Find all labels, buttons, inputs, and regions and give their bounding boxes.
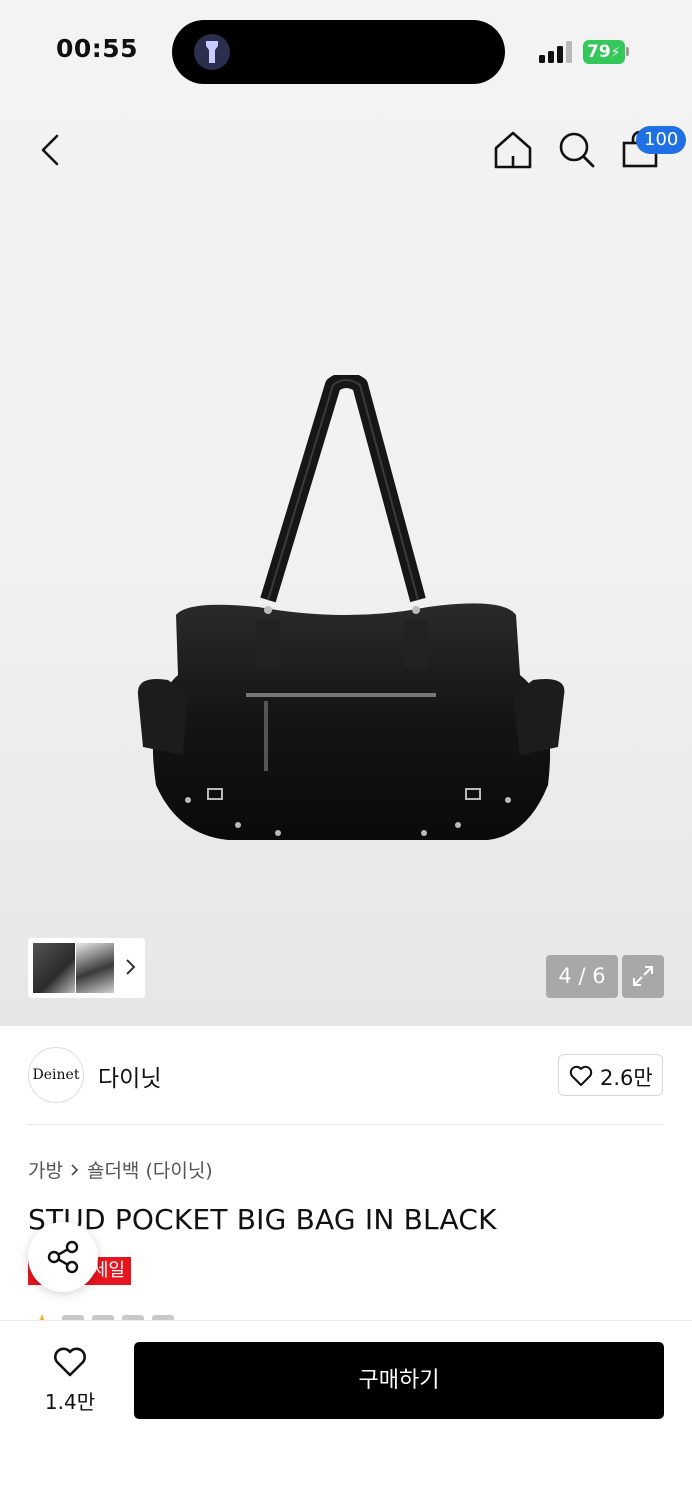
back-button[interactable]: [30, 128, 70, 172]
image-counter: 4 / 6: [546, 955, 618, 998]
flashlight-icon: [194, 34, 230, 70]
status-time: 00:55: [56, 34, 139, 63]
brand-name[interactable]: 다이닛: [98, 1059, 161, 1093]
cellular-signal-icon: [539, 41, 572, 63]
breadcrumb: 가방 숄더백 (다이닛): [28, 1156, 213, 1183]
brand-like-button[interactable]: 2.6만: [558, 1054, 663, 1096]
home-button[interactable]: [492, 128, 534, 172]
wishlist-button[interactable]: 1.4만: [28, 1342, 112, 1418]
breadcrumb-category[interactable]: 가방: [28, 1156, 63, 1183]
brand-like-count: 2.6만: [600, 1066, 653, 1090]
wishlist-count: 1.4만: [44, 1390, 96, 1414]
heart-icon: [569, 1065, 593, 1086]
breadcrumb-subcategory[interactable]: 숄더백 (다이닛): [87, 1156, 213, 1183]
battery-tip: [626, 47, 629, 56]
battery-level: 79: [587, 42, 611, 62]
chevron-right-icon: [71, 1163, 79, 1176]
buy-button[interactable]: 구매하기: [134, 1342, 664, 1419]
divider: [28, 1124, 664, 1125]
thumbnail-image[interactable]: [33, 943, 75, 993]
share-icon: [47, 1240, 79, 1274]
chevron-right-icon: [126, 959, 136, 975]
dynamic-island: [172, 20, 505, 84]
charging-bolt-icon: ⚡: [610, 45, 621, 61]
home-icon: [494, 131, 532, 169]
chevron-left-icon: [41, 134, 59, 166]
battery-indicator: 79⚡: [583, 40, 625, 64]
expand-icon: [633, 966, 653, 986]
cart-count-badge: 100: [636, 126, 687, 154]
search-button[interactable]: [556, 128, 598, 172]
search-icon: [559, 132, 595, 168]
thumbnail-strip[interactable]: [28, 938, 145, 998]
product-title: STUD POCKET BIG BAG IN BLACK: [28, 1203, 497, 1236]
thumbnail-image[interactable]: [76, 943, 114, 993]
expand-button[interactable]: [622, 955, 664, 998]
share-button[interactable]: [28, 1222, 98, 1292]
brand-logo[interactable]: Deinet: [28, 1047, 84, 1103]
heart-icon: [54, 1347, 86, 1377]
product-image: [137, 375, 565, 840]
product-image-gallery[interactable]: 00:55 79⚡ 100 4 / 6: [0, 0, 692, 1026]
